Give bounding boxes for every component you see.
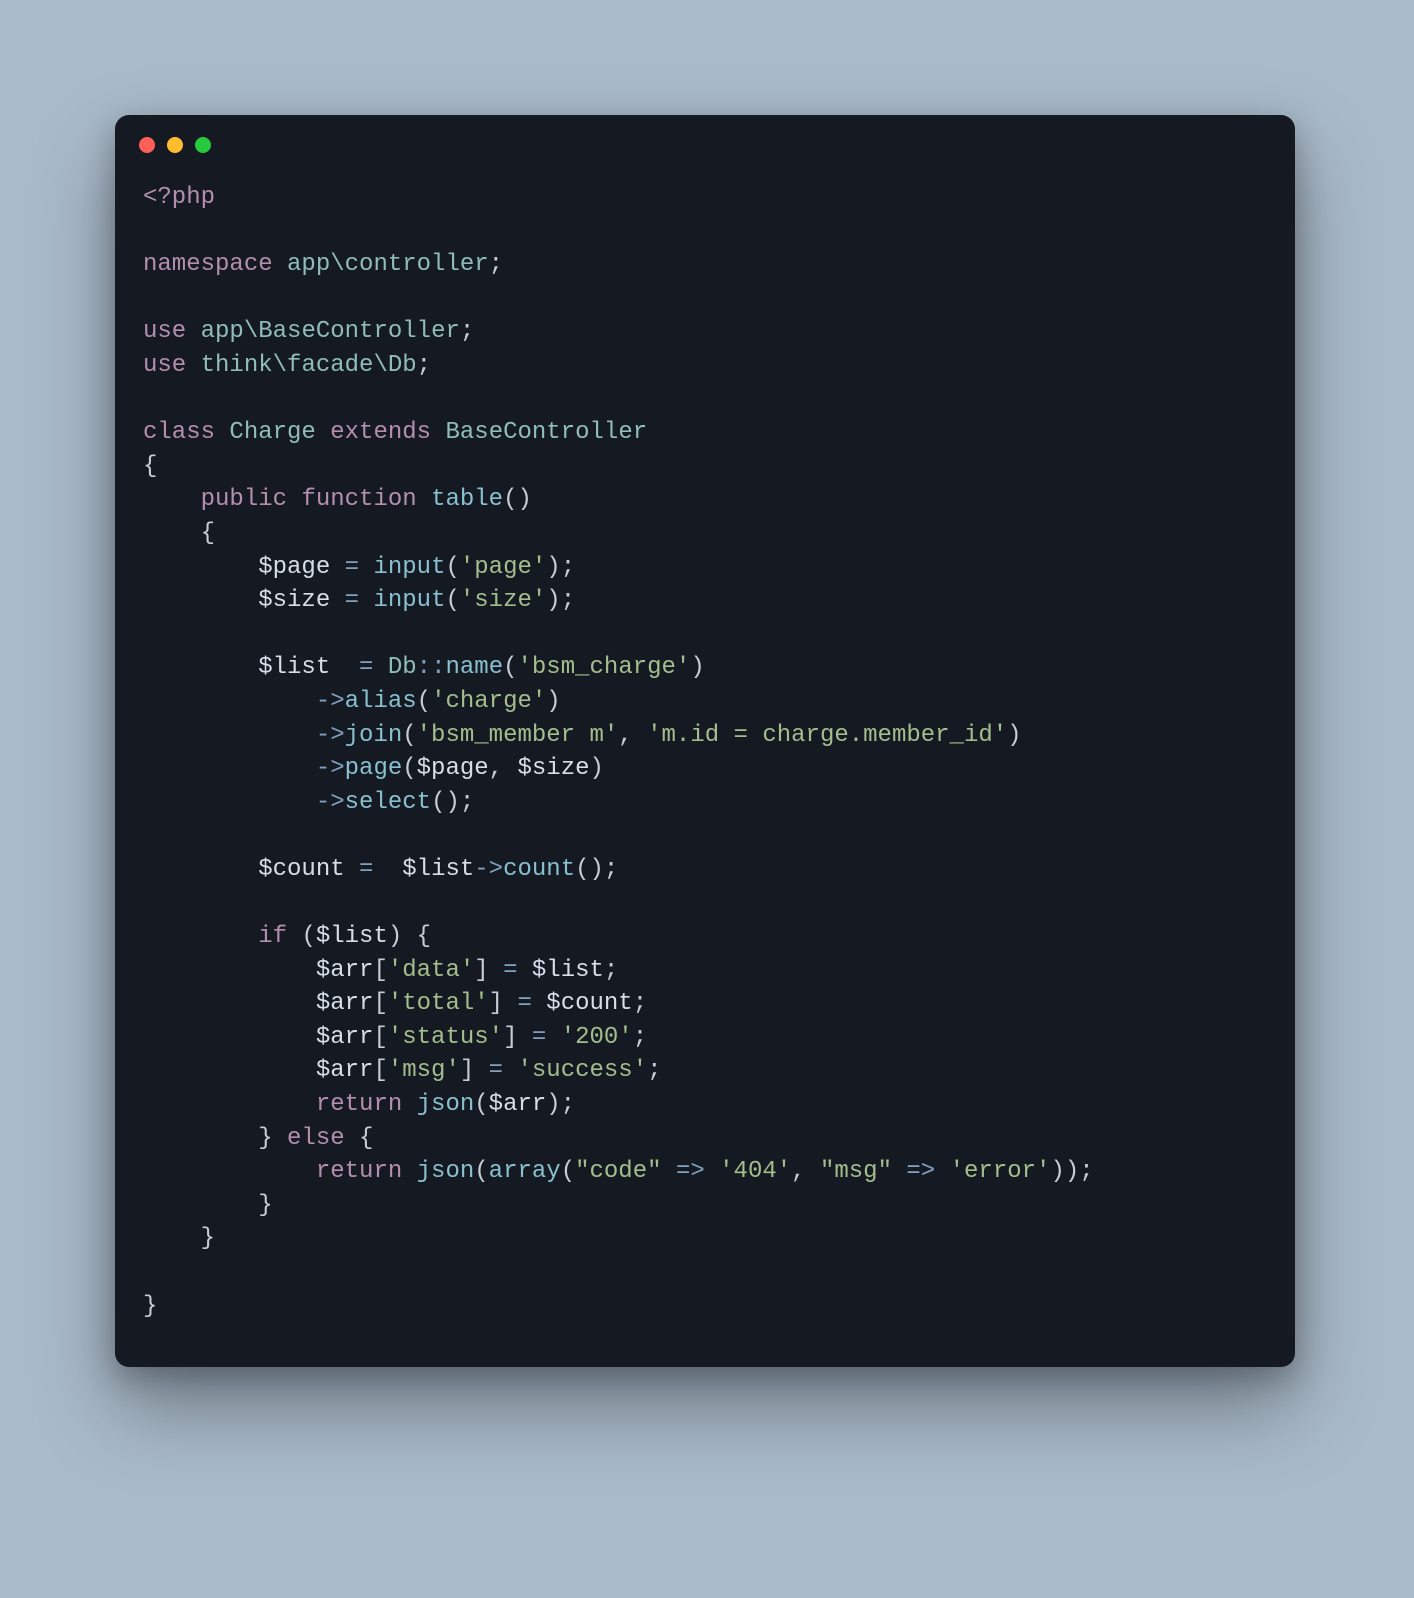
code-block: <?php namespace app\controller; use app\… [115,175,1295,1323]
fn-alias: alias [345,688,417,715]
keyword-class: class [143,419,215,446]
use-path-1: app\BaseController [201,318,460,345]
keyword-extends: extends [330,419,431,446]
base-class: BaseController [445,419,647,446]
fn-input: input [373,554,445,581]
str-charge: 'charge' [431,688,546,715]
str-error: 'error' [950,1158,1051,1185]
use-path-2: think\facade\Db [201,352,417,379]
str-bsm-charge: 'bsm_charge' [518,654,691,681]
window-titlebar [115,115,1295,175]
keyword-use: use [143,352,186,379]
keyword-return: return [316,1158,402,1185]
var-page-arg: $page [417,755,489,782]
str-success: 'success' [517,1057,647,1084]
class-name: Charge [229,419,315,446]
keyword-function: function [301,486,416,513]
str-page: 'page' [460,554,546,581]
str-data: 'data' [388,957,474,984]
var-list: $list [258,654,330,681]
fn-select: select [345,789,431,816]
keyword-return: return [316,1091,402,1118]
str-total: 'total' [388,990,489,1017]
maximize-icon[interactable] [195,137,211,153]
keyword-use: use [143,318,186,345]
code-window: <?php namespace app\controller; use app\… [115,115,1295,1367]
keyword-namespace: namespace [143,251,273,278]
keyword-public: public [201,486,287,513]
namespace-path: app\controller [287,251,489,278]
fn-json: json [417,1091,475,1118]
close-icon[interactable] [139,137,155,153]
str-404: '404' [719,1158,791,1185]
var-page: $page [258,554,330,581]
var-size: $size [258,587,330,614]
class-db: Db [388,654,417,681]
var-count-assign: $count [546,990,632,1017]
str-code: "code" [575,1158,661,1185]
var-arr: $arr [316,957,374,984]
str-200: '200' [561,1024,633,1051]
php-open-tag: <?php [143,184,215,211]
minimize-icon[interactable] [167,137,183,153]
fn-json: json [417,1158,475,1185]
str-size: 'size' [460,587,546,614]
var-list-assign: $list [532,957,604,984]
var-list-ref: $list [402,856,474,883]
fn-name: name [445,654,503,681]
fn-input: input [373,587,445,614]
str-bsm-member: 'bsm_member m' [417,722,619,749]
fn-count: count [503,856,575,883]
var-arr-ret: $arr [489,1091,547,1118]
var-arr: $arr [316,1024,374,1051]
fn-array: array [489,1158,561,1185]
str-status: 'status' [388,1024,503,1051]
fn-page: page [345,755,403,782]
var-list-cond: $list [316,923,388,950]
fn-join: join [345,722,403,749]
method-name: table [431,486,503,513]
str-join-cond: 'm.id = charge.member_id' [647,722,1007,749]
var-count: $count [258,856,344,883]
str-msg: 'msg' [388,1057,460,1084]
var-arr: $arr [316,1057,374,1084]
var-arr: $arr [316,990,374,1017]
keyword-else: else [287,1125,345,1152]
keyword-if: if [258,923,287,950]
var-size-arg: $size [517,755,589,782]
str-msg-dq: "msg" [820,1158,892,1185]
